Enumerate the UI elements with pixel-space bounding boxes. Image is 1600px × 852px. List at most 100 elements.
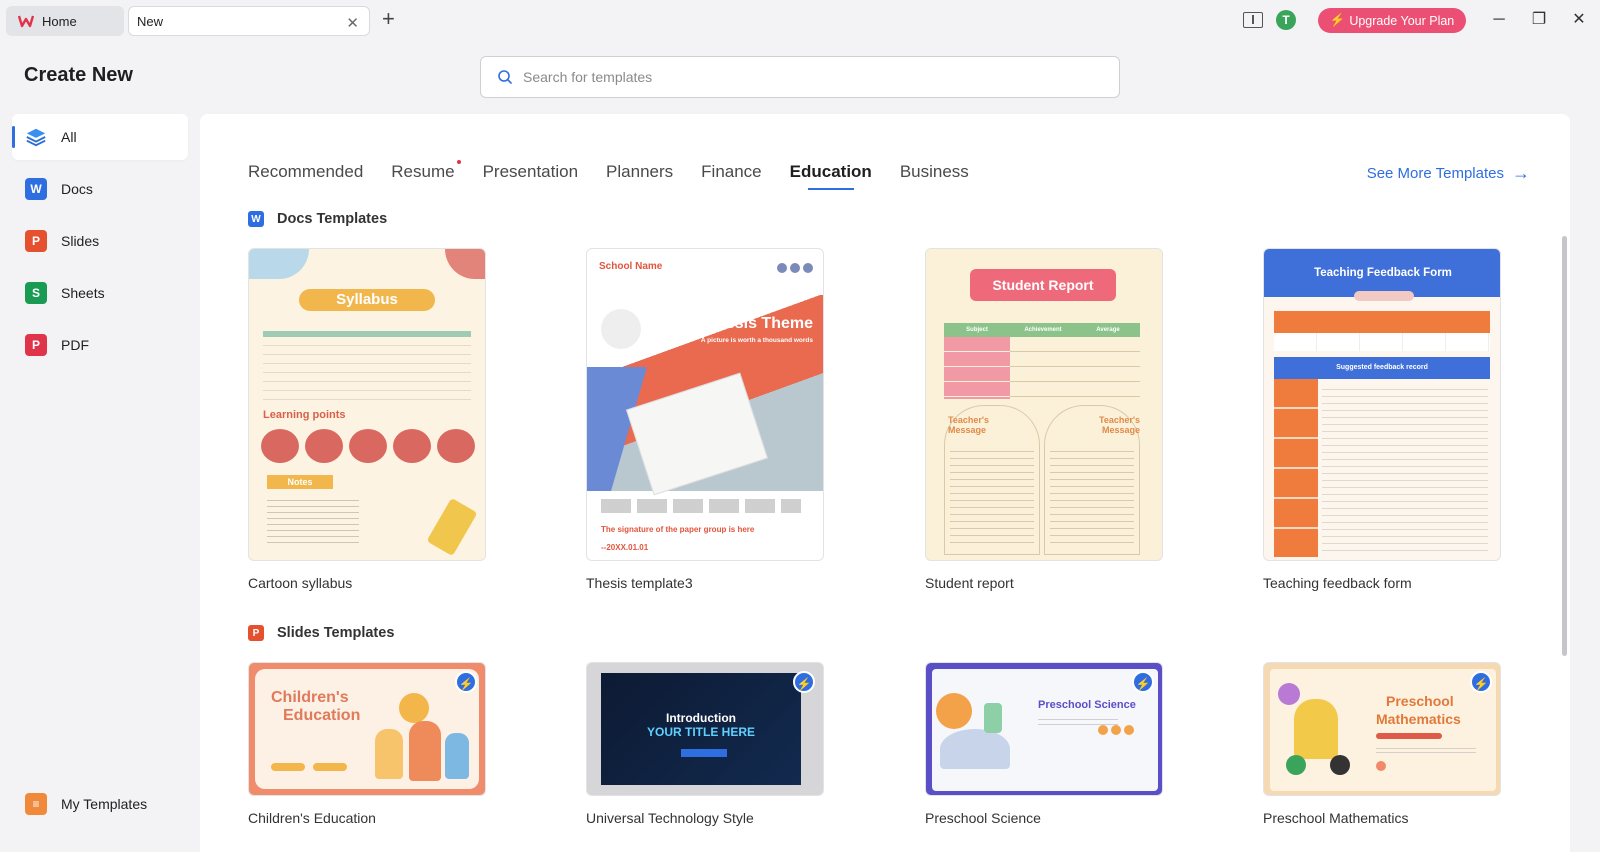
thumb-subheading: Notes: [267, 475, 333, 489]
docs-icon: W: [248, 211, 264, 227]
thumb-heading: Mathematics: [1376, 711, 1461, 727]
template-card-preschool-mathematics[interactable]: Preschool Mathematics ⚡ Preschool Mathem…: [1263, 662, 1501, 826]
template-title: Universal Technology Style: [586, 810, 754, 826]
thumb-heading: Children's: [271, 689, 349, 706]
slides-templates-heading: P Slides Templates: [248, 625, 394, 641]
tab-home-label: Home: [42, 13, 77, 29]
template-thumbnail[interactable]: Preschool Mathematics ⚡: [1263, 662, 1501, 796]
premium-badge-icon: ⚡: [1470, 671, 1492, 693]
sidebar-item-label: Sheets: [61, 285, 105, 301]
template-card-childrens-education[interactable]: Children's Education ⚡ Children's Educat…: [248, 662, 486, 826]
sidebar-item-docs[interactable]: W Docs: [12, 166, 188, 212]
search-icon: [498, 70, 512, 84]
thumb-heading: Teaching Feedback Form: [1314, 267, 1452, 279]
category-tabs: Recommended Resume Presentation Planners…: [248, 160, 997, 190]
search-box: [480, 56, 1120, 98]
template-panel: Recommended Resume Presentation Planners…: [200, 114, 1570, 852]
docs-templates-heading: W Docs Templates: [248, 211, 387, 227]
thumb-heading: Preschool: [1386, 693, 1454, 709]
thumb-heading: Syllabus: [299, 289, 435, 311]
layers-icon: [25, 126, 47, 148]
tab-resume-label: Resume: [391, 162, 455, 181]
pdf-icon: P: [25, 334, 47, 356]
template-thumbnail[interactable]: School Name Thesis Theme A picture is wo…: [586, 248, 824, 561]
thumb-col: Average: [1096, 327, 1120, 333]
wps-logo-icon: [18, 15, 34, 28]
premium-badge-icon: ⚡: [793, 671, 815, 693]
tab-presentation[interactable]: Presentation: [483, 162, 578, 190]
my-templates-icon: ≡: [25, 793, 47, 815]
thumb-school: School Name: [599, 261, 663, 272]
sidebar-item-all[interactable]: All: [12, 114, 188, 160]
upgrade-plan-label: Upgrade Your Plan: [1349, 13, 1455, 28]
tab-recommended[interactable]: Recommended: [248, 162, 363, 190]
template-thumbnail[interactable]: Syllabus Learning points Notes: [248, 248, 486, 561]
template-thumbnail[interactable]: Preschool Science ⚡: [925, 662, 1163, 796]
tab-new[interactable]: New ✕: [128, 6, 370, 36]
arrow-right-icon: →: [1512, 163, 1530, 183]
thumb-heading: Education: [283, 707, 361, 724]
thumb-heading: Introduction: [666, 711, 736, 725]
sidebar-item-label: Docs: [61, 181, 93, 197]
sidebar-item-label: All: [61, 129, 77, 145]
thumb-heading: Thesis Theme: [706, 315, 813, 332]
tab-resume[interactable]: Resume: [391, 160, 461, 190]
minimize-button[interactable]: ─: [1486, 8, 1512, 34]
sidebar-item-slides[interactable]: P Slides: [12, 218, 188, 264]
thumb-date: --20XX.01.01: [601, 543, 649, 552]
search-input[interactable]: [523, 69, 1083, 85]
upgrade-plan-button[interactable]: ⚡ Upgrade Your Plan: [1318, 8, 1466, 33]
sidebar-item-sheets[interactable]: S Sheets: [12, 270, 188, 316]
premium-badge-icon: ⚡: [1132, 671, 1154, 693]
thumb-heading: YOUR TITLE HERE: [646, 725, 755, 739]
tab-home[interactable]: Home: [6, 6, 124, 36]
restore-button[interactable]: ❐: [1526, 8, 1552, 34]
new-dot: [456, 160, 461, 164]
thumb-subheading: Learning points: [263, 409, 346, 421]
close-window-button[interactable]: ✕: [1566, 8, 1592, 34]
thumb-tagline: A picture is worth a thousand words: [700, 337, 813, 344]
template-thumbnail[interactable]: Teaching Feedback Form Suggested feedbac…: [1263, 248, 1501, 561]
template-card-universal-technology-style[interactable]: Introduction YOUR TITLE HERE ⚡ Universal…: [586, 662, 824, 826]
thumb-bar: Suggested feedback record: [1274, 357, 1490, 379]
docs-icon: W: [25, 178, 47, 200]
template-card-teaching-feedback-form[interactable]: Teaching Feedback Form Suggested feedbac…: [1263, 248, 1501, 591]
title-bar: Home New ✕ + T ⚡ Upgrade Your Plan ─ ❐ ✕: [0, 0, 1600, 40]
close-tab-icon[interactable]: ✕: [346, 14, 359, 32]
template-card-student-report[interactable]: Student Report Subject Achievement Avera…: [925, 248, 1163, 591]
thumb-signature: The signature of the paper group is here: [601, 525, 755, 534]
page-title: Create New: [24, 64, 133, 86]
tab-education[interactable]: Education: [790, 162, 872, 190]
layout-icon[interactable]: [1243, 12, 1263, 28]
slides-icon: P: [25, 230, 47, 252]
scrollbar[interactable]: [1562, 236, 1567, 656]
thumb-col: Achievement: [1024, 327, 1062, 333]
template-card-preschool-science[interactable]: Preschool Science ⚡ Preschool Science: [925, 662, 1163, 826]
avatar[interactable]: T: [1276, 10, 1296, 30]
premium-badge-icon: ⚡: [455, 671, 477, 693]
template-thumbnail[interactable]: Introduction YOUR TITLE HERE ⚡: [586, 662, 824, 796]
section-title: Slides Templates: [277, 625, 395, 641]
sidebar-item-pdf[interactable]: P PDF: [12, 322, 188, 368]
thumb-message: Teacher's Message: [948, 415, 989, 435]
template-card-thesis-template3[interactable]: School Name Thesis Theme A picture is wo…: [586, 248, 824, 591]
tab-business[interactable]: Business: [900, 162, 969, 190]
template-title: Children's Education: [248, 810, 376, 826]
template-title: Cartoon syllabus: [248, 575, 353, 591]
tab-planners[interactable]: Planners: [606, 162, 673, 190]
template-thumbnail[interactable]: Children's Education ⚡: [248, 662, 486, 796]
tab-finance[interactable]: Finance: [701, 162, 761, 190]
thumb-message: Teacher's Message: [1099, 415, 1140, 435]
lightning-icon: ⚡: [1329, 13, 1346, 27]
template-title: Preschool Mathematics: [1263, 810, 1409, 826]
template-thumbnail[interactable]: Student Report Subject Achievement Avera…: [925, 248, 1163, 561]
see-more-templates-link[interactable]: See More Templates →: [1367, 163, 1530, 184]
template-title: Thesis template3: [586, 575, 693, 591]
template-card-cartoon-syllabus[interactable]: Syllabus Learning points Notes Cartoon s…: [248, 248, 486, 591]
template-title: Teaching feedback form: [1263, 575, 1412, 591]
thumb-col: Subject: [966, 327, 988, 333]
sidebar-item-my-templates[interactable]: ≡ My Templates: [12, 781, 188, 827]
new-tab-button[interactable]: +: [382, 8, 395, 30]
sidebar-item-label: My Templates: [61, 796, 148, 812]
sheets-icon: S: [25, 282, 47, 304]
